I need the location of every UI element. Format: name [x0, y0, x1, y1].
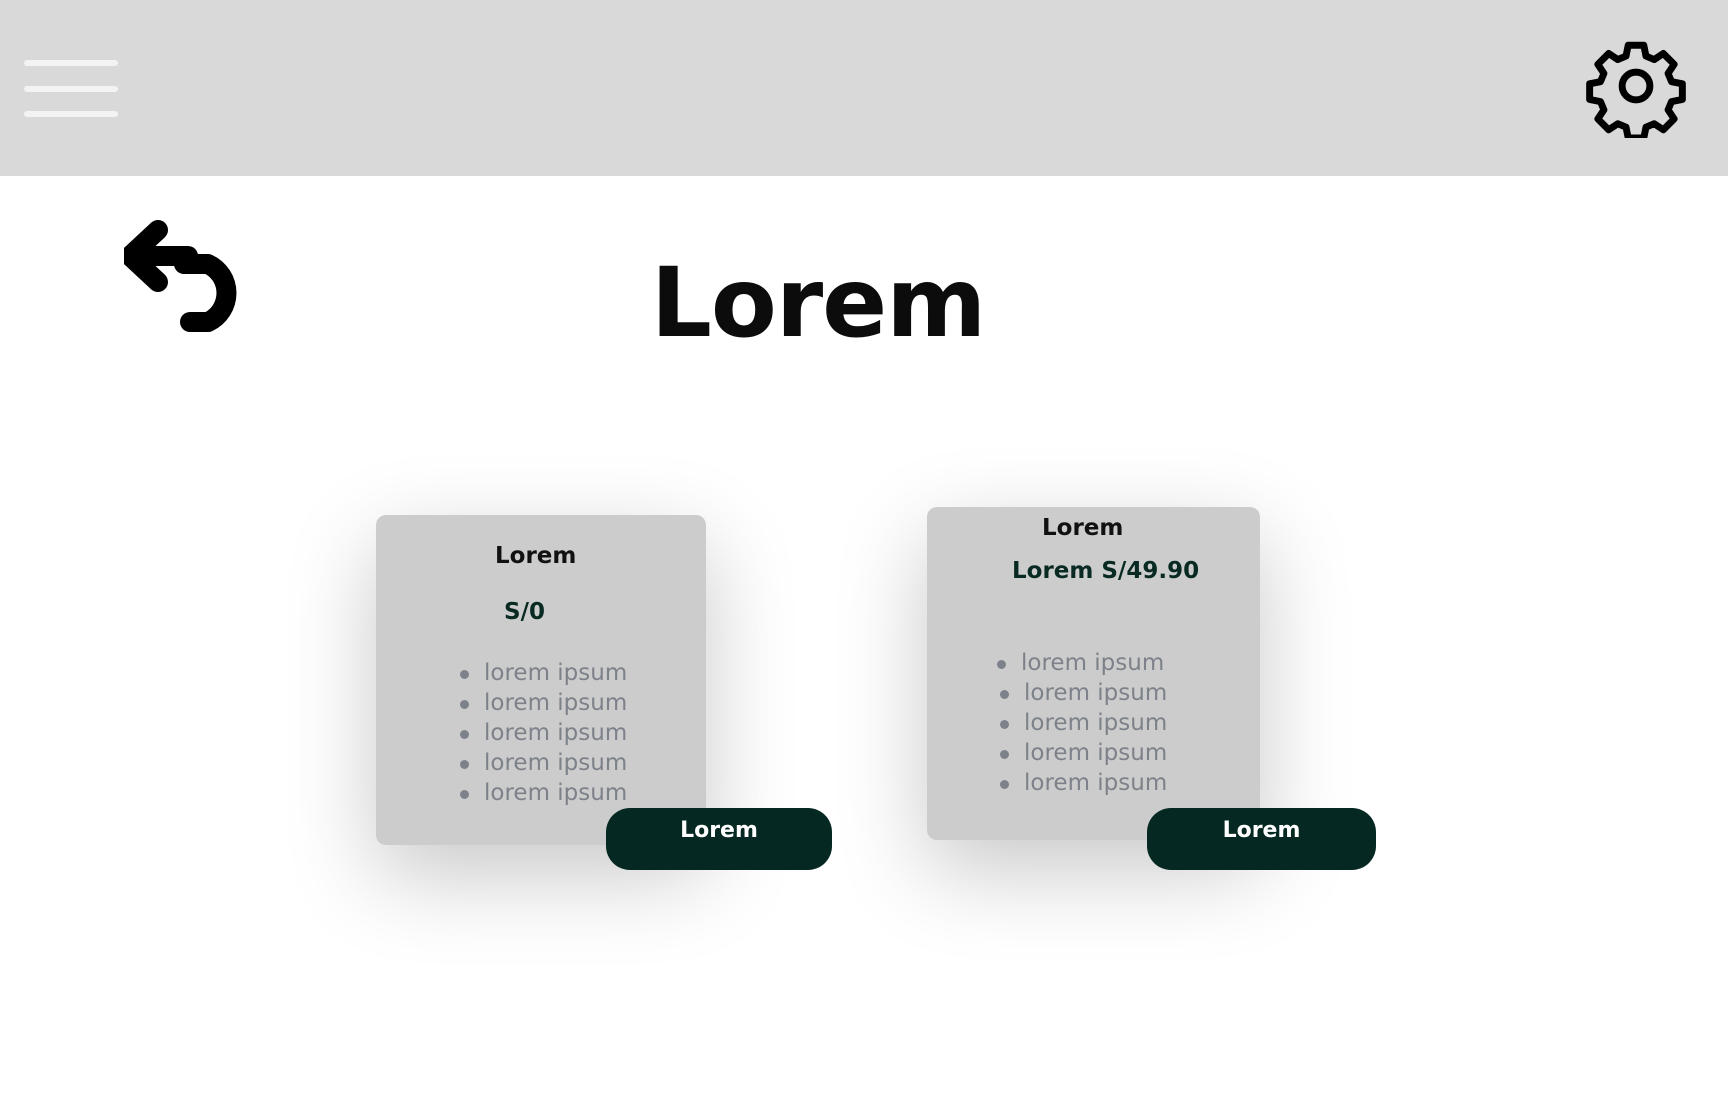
plan-select-button[interactable]: Lorem [1147, 808, 1376, 870]
feature-item: lorem ipsum [460, 718, 627, 748]
plan-select-button[interactable]: Lorem [606, 808, 832, 870]
feature-item: lorem ipsum [1000, 678, 1167, 708]
feature-item: lorem ipsum [460, 778, 627, 808]
feature-list: lorem ipsum lorem ipsum lorem ipsum lore… [997, 648, 1167, 798]
page-title: Lorem [650, 247, 987, 359]
gear-icon[interactable] [1584, 34, 1688, 142]
top-bar [0, 0, 1728, 176]
feature-item: lorem ipsum [460, 688, 627, 718]
back-arrow-icon[interactable] [120, 220, 258, 336]
plan-price: S/0 [504, 599, 545, 625]
plan-card-free: Lorem S/0 lorem ipsum lorem ipsum lorem … [376, 515, 706, 845]
feature-item: lorem ipsum [1000, 708, 1167, 738]
feature-item: lorem ipsum [997, 648, 1167, 678]
hamburger-line [24, 111, 118, 117]
feature-item: lorem ipsum [1000, 768, 1167, 798]
feature-item: lorem ipsum [1000, 738, 1167, 768]
plan-card-paid: Lorem Lorem S/49.90 lorem ipsum lorem ip… [927, 507, 1260, 840]
hamburger-line [24, 86, 118, 92]
feature-list: lorem ipsum lorem ipsum lorem ipsum lore… [460, 658, 627, 808]
plan-price: Lorem S/49.90 [1012, 558, 1200, 584]
plan-title: Lorem [1042, 515, 1124, 541]
hamburger-line [24, 60, 118, 66]
feature-item: lorem ipsum [460, 658, 627, 688]
plan-title: Lorem [495, 543, 577, 569]
hamburger-menu-icon[interactable] [24, 60, 118, 120]
feature-item: lorem ipsum [460, 748, 627, 778]
